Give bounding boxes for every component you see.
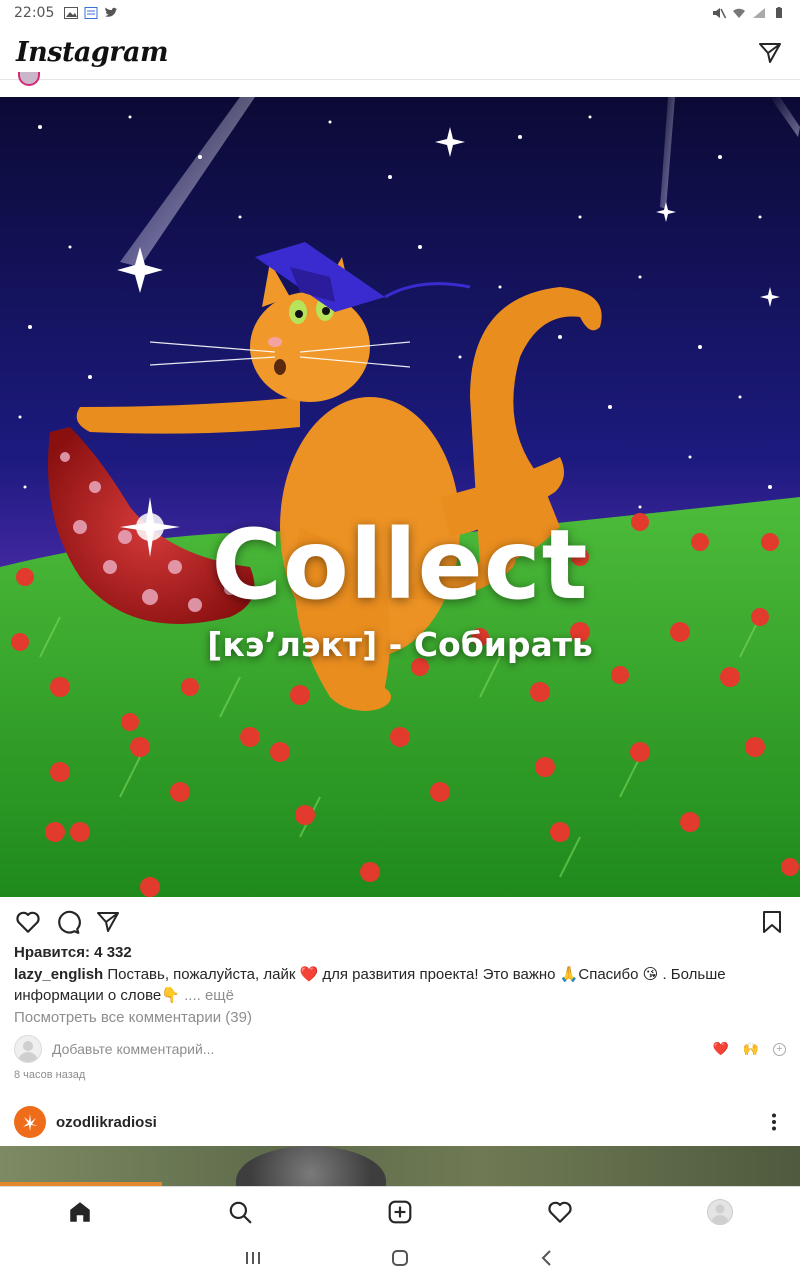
caption-more-link[interactable]: .... ещё bbox=[184, 987, 234, 1004]
nav-home[interactable] bbox=[60, 1192, 100, 1232]
add-comment-row: Добавьте комментарий... ❤️ 🙌 + bbox=[14, 1035, 786, 1063]
heart-icon bbox=[548, 1201, 572, 1223]
twitter-notification-icon bbox=[105, 7, 118, 17]
ozodlik-logo-icon bbox=[23, 1114, 38, 1131]
nav-search[interactable] bbox=[220, 1192, 260, 1232]
status-bar: 22:05 bbox=[0, 0, 800, 26]
quick-reaction-heart[interactable]: ❤️ bbox=[713, 1041, 729, 1057]
profile-avatar bbox=[707, 1198, 733, 1225]
heart-icon bbox=[16, 911, 40, 933]
post-actions bbox=[0, 902, 800, 942]
caption-username[interactable]: lazy_english bbox=[14, 966, 103, 983]
recents-icon bbox=[246, 1252, 261, 1264]
next-post-username[interactable]: ozodlikradiosi bbox=[56, 1114, 157, 1131]
next-post-image-subject bbox=[236, 1146, 386, 1186]
next-post-avatar[interactable] bbox=[14, 1106, 46, 1138]
post-options-button[interactable] bbox=[762, 1110, 786, 1134]
status-time: 22:05 bbox=[14, 5, 55, 21]
post-illustration bbox=[0, 97, 800, 897]
paper-plane-icon bbox=[97, 912, 119, 932]
search-icon bbox=[229, 1201, 252, 1223]
gallery-notification-icon bbox=[64, 7, 79, 19]
system-navigation bbox=[0, 1236, 800, 1280]
add-comment-input[interactable]: Добавьте комментарий... bbox=[52, 1041, 214, 1057]
comment-button[interactable] bbox=[52, 906, 84, 938]
app-bar: Instagram bbox=[0, 26, 800, 80]
battery-icon bbox=[776, 7, 782, 18]
paper-plane-icon bbox=[759, 42, 781, 63]
own-avatar bbox=[14, 1035, 42, 1063]
wifi-icon bbox=[733, 8, 745, 18]
news-notification-icon bbox=[84, 7, 98, 19]
view-all-comments-link[interactable]: Посмотреть все комментарии (39) bbox=[14, 1009, 252, 1026]
comment-icon bbox=[58, 910, 81, 934]
mute-icon bbox=[713, 8, 726, 19]
caption-text: Поставь, пожалуйста, лайк ❤️ для развити… bbox=[14, 966, 726, 1004]
overlay-translation: [кэ’лэкт] - Собирать bbox=[207, 625, 593, 664]
share-button[interactable] bbox=[92, 906, 124, 938]
likes-count[interactable]: Нравится: 4 332 bbox=[14, 944, 132, 961]
nav-new-post[interactable] bbox=[380, 1192, 420, 1232]
instagram-logo[interactable]: Instagram bbox=[16, 37, 169, 68]
more-vertical-icon bbox=[772, 1113, 776, 1131]
quick-reaction-raised-hands[interactable]: 🙌 bbox=[743, 1041, 759, 1057]
home-system-button[interactable] bbox=[380, 1238, 420, 1278]
save-button[interactable] bbox=[756, 906, 788, 938]
back-button[interactable] bbox=[527, 1238, 567, 1278]
overlay-word: Collect bbox=[211, 509, 589, 621]
previous-post-header-peek bbox=[0, 72, 800, 97]
post-image[interactable]: Collect [кэ’лэкт] - Собирать bbox=[0, 97, 800, 897]
post-caption: lazy_english Поставь, пожалуйста, лайк ❤… bbox=[14, 964, 786, 1006]
next-post-image[interactable] bbox=[0, 1146, 800, 1186]
recent-apps-button[interactable] bbox=[233, 1238, 273, 1278]
chevron-left-icon bbox=[541, 1250, 551, 1266]
like-button[interactable] bbox=[12, 906, 44, 938]
home-square-icon bbox=[391, 1250, 408, 1266]
nav-activity[interactable] bbox=[540, 1192, 580, 1232]
user-placeholder-icon bbox=[18, 1041, 38, 1062]
nav-profile[interactable] bbox=[700, 1192, 740, 1232]
user-placeholder-icon bbox=[711, 1204, 729, 1224]
bottom-navigation bbox=[0, 1186, 800, 1236]
more-reactions-icon[interactable]: + bbox=[773, 1042, 786, 1056]
post-author-avatar[interactable] bbox=[18, 72, 40, 86]
home-icon bbox=[70, 1201, 90, 1222]
signal-icon bbox=[753, 8, 765, 18]
post-timestamp: 8 часов назад bbox=[14, 1069, 86, 1081]
quick-reactions: ❤️ 🙌 + bbox=[713, 1041, 786, 1057]
add-post-icon bbox=[388, 1200, 412, 1223]
direct-messages-button[interactable] bbox=[756, 39, 784, 67]
bookmark-icon bbox=[763, 911, 781, 933]
next-post-header: ozodlikradiosi bbox=[0, 1100, 800, 1144]
